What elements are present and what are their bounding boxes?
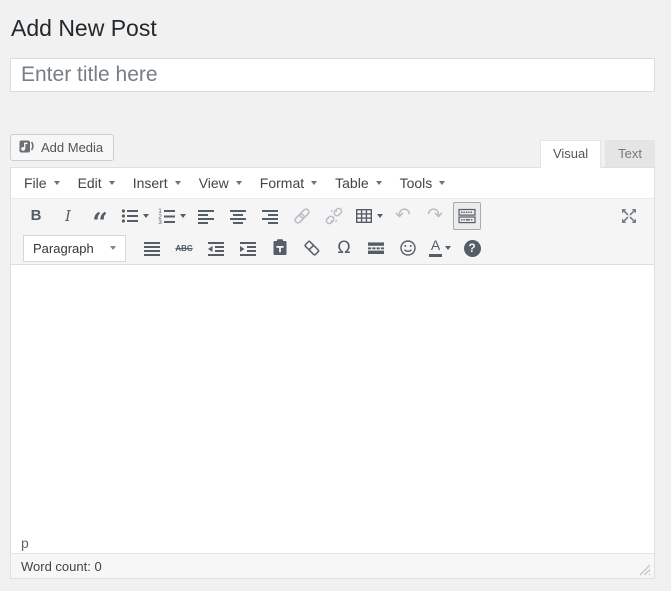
chevron-down-icon <box>236 181 242 185</box>
chevron-down-icon <box>180 214 186 218</box>
tab-visual[interactable]: Visual <box>540 140 601 168</box>
menu-edit-label: Edit <box>78 175 102 191</box>
indent-icon <box>238 238 258 258</box>
resize-grip-icon[interactable] <box>636 561 651 576</box>
emoticons-button[interactable] <box>394 234 422 262</box>
align-left-icon <box>196 206 216 226</box>
word-count-label: Word count: 0 <box>21 559 102 574</box>
italic-icon: I <box>65 207 71 225</box>
blockquote-button[interactable]: “ <box>86 202 114 230</box>
tab-text[interactable]: Text <box>605 140 655 167</box>
align-center-icon <box>228 206 248 226</box>
chevron-down-icon <box>311 181 317 185</box>
element-path[interactable]: p <box>21 535 29 551</box>
align-center-button[interactable] <box>224 202 252 230</box>
page-title: Add New Post <box>10 0 655 42</box>
menu-format-label: Format <box>260 175 304 191</box>
editor-header-row: Add Media Visual Text <box>10 134 655 167</box>
link-icon <box>292 206 312 226</box>
add-new-post-page: Add New Post Add Media Visual Text Fil <box>10 0 655 579</box>
read-more-icon <box>366 238 386 258</box>
undo-icon: ↶ <box>395 206 411 225</box>
outdent-icon <box>206 238 226 258</box>
menu-table-label: Table <box>335 175 368 191</box>
help-icon: ? <box>464 240 481 257</box>
paste-as-text-button[interactable] <box>266 234 294 262</box>
menu-edit[interactable]: Edit <box>69 170 124 196</box>
menu-tools-label: Tools <box>400 175 433 191</box>
numbered-list-button[interactable]: 1 2 3 <box>155 202 188 230</box>
bold-button[interactable]: B <box>22 202 50 230</box>
redo-icon: ↷ <box>427 206 443 225</box>
strikethrough-icon: ABC <box>175 244 192 253</box>
undo-button[interactable]: ↶ <box>389 202 417 230</box>
align-right-icon <box>260 206 280 226</box>
eraser-icon <box>302 238 322 258</box>
insert-link-button[interactable] <box>288 202 316 230</box>
visual-editor: File Edit Insert View Format Table <box>10 167 655 579</box>
chevron-down-icon <box>376 181 382 185</box>
menu-insert-label: Insert <box>133 175 168 191</box>
text-color-icon: A <box>429 239 442 257</box>
editor-status-bar: p <box>11 532 654 553</box>
keyboard-icon <box>457 206 477 226</box>
editor-content-area[interactable] <box>11 265 654 532</box>
menu-view-label: View <box>199 175 229 191</box>
chevron-down-icon <box>143 214 149 218</box>
table-button[interactable] <box>352 202 385 230</box>
format-select-value: Paragraph <box>33 241 94 256</box>
align-justify-icon <box>142 238 162 258</box>
clear-formatting-button[interactable] <box>298 234 326 262</box>
post-title-input[interactable] <box>10 58 655 92</box>
redo-button[interactable]: ↷ <box>421 202 449 230</box>
chevron-down-icon <box>175 181 181 185</box>
toolbar-toggle-button[interactable] <box>453 202 481 230</box>
numbered-list-icon: 1 2 3 <box>157 206 177 226</box>
add-media-label: Add Media <box>41 140 103 155</box>
chevron-down-icon <box>110 246 116 250</box>
omega-icon: Ω <box>338 238 351 258</box>
chevron-down-icon <box>445 246 451 250</box>
bulleted-list-button[interactable] <box>118 202 151 230</box>
smiley-icon <box>398 238 418 258</box>
add-media-button[interactable]: Add Media <box>10 134 114 161</box>
table-icon <box>354 206 374 226</box>
menu-file-label: File <box>24 175 47 191</box>
chevron-down-icon <box>109 181 115 185</box>
indent-button[interactable] <box>234 234 262 262</box>
post-status-info: Word count: 0 <box>11 553 654 578</box>
align-left-button[interactable] <box>192 202 220 230</box>
remove-link-button[interactable] <box>320 202 348 230</box>
bold-icon: B <box>31 207 42 224</box>
editor-mode-tabs: Visual Text <box>540 140 655 167</box>
svg-text:3: 3 <box>158 219 162 226</box>
strikethrough-button[interactable]: ABC <box>170 234 198 262</box>
distraction-free-button[interactable] <box>615 202 643 230</box>
menu-file[interactable]: File <box>15 170 69 196</box>
unlink-icon <box>324 206 344 226</box>
menu-insert[interactable]: Insert <box>124 170 190 196</box>
chevron-down-icon <box>54 181 60 185</box>
menu-view[interactable]: View <box>190 170 251 196</box>
media-icon <box>19 140 34 156</box>
chevron-down-icon <box>439 181 445 185</box>
align-right-button[interactable] <box>256 202 284 230</box>
justify-button[interactable] <box>138 234 166 262</box>
paragraph-format-select[interactable]: Paragraph <box>23 235 126 262</box>
bulleted-list-icon <box>120 206 140 226</box>
menu-table[interactable]: Table <box>326 170 390 196</box>
menu-format[interactable]: Format <box>251 170 326 196</box>
toolbar-row-1: B I “ 1 <box>11 199 654 232</box>
clipboard-text-icon <box>270 238 290 258</box>
chevron-down-icon <box>377 214 383 218</box>
special-character-button[interactable]: Ω <box>330 234 358 262</box>
text-color-button[interactable]: A <box>426 234 454 262</box>
italic-button[interactable]: I <box>54 202 82 230</box>
editor-menu-bar: File Edit Insert View Format Table <box>11 168 654 199</box>
fullscreen-expand-icon <box>619 206 639 226</box>
help-button[interactable]: ? <box>458 234 486 262</box>
outdent-button[interactable] <box>202 234 230 262</box>
menu-tools[interactable]: Tools <box>391 170 455 196</box>
read-more-button[interactable] <box>362 234 390 262</box>
